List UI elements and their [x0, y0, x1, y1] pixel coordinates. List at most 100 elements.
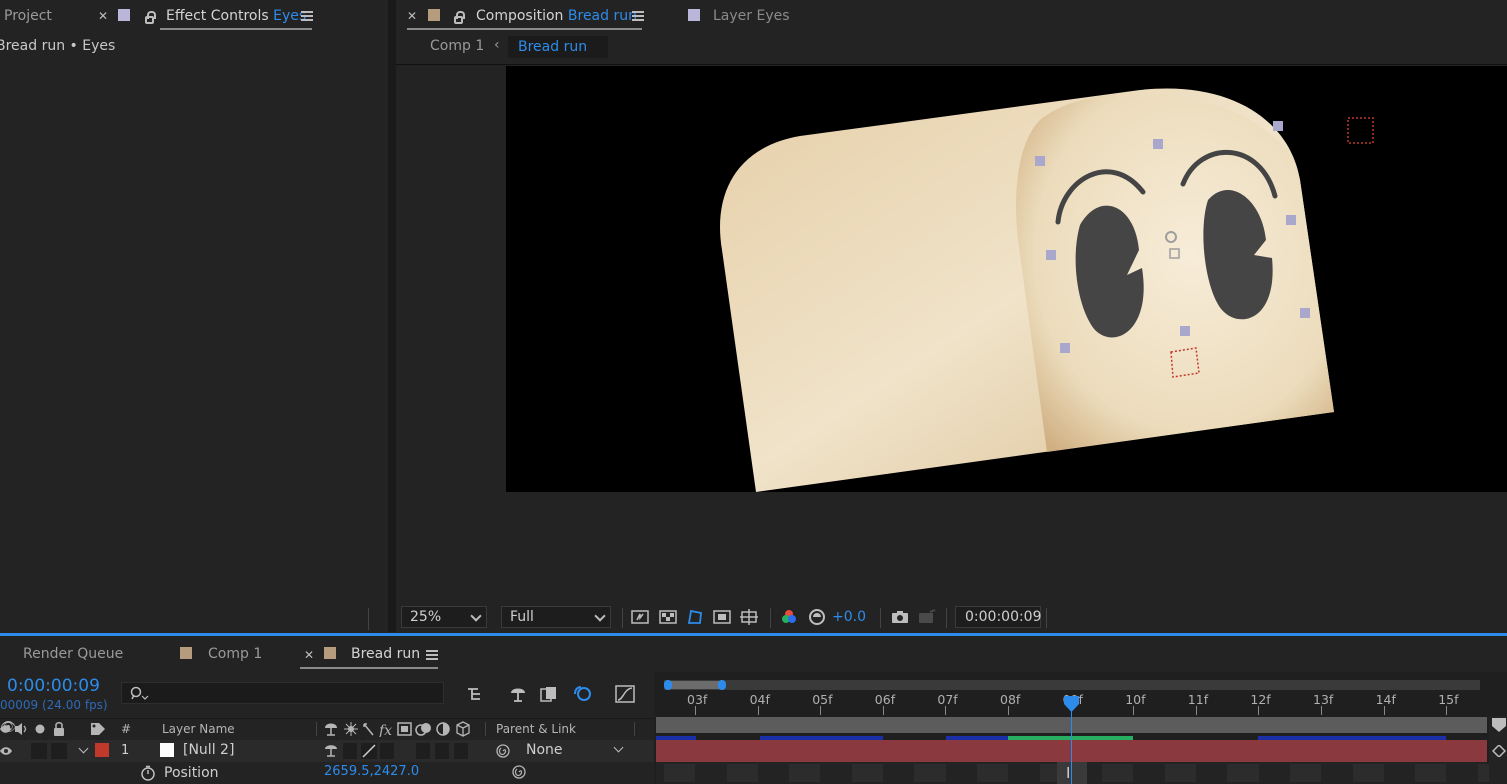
tab-layer-name: Eyes — [756, 8, 790, 24]
graph-editor-icon[interactable] — [614, 684, 636, 704]
adjustment-switch[interactable] — [454, 743, 468, 759]
column-layer-name[interactable]: Layer Name — [162, 722, 235, 736]
tab-render-queue[interactable]: Render Queue — [23, 646, 123, 662]
column-divider — [634, 722, 635, 736]
grid-guides-icon[interactable] — [740, 608, 758, 626]
frame-blend-switch[interactable] — [416, 743, 430, 759]
property-name: Position — [164, 765, 219, 781]
transparency-grid-icon[interactable] — [659, 608, 677, 626]
label-tag-icon — [91, 723, 105, 735]
current-time-display[interactable]: 0:00:00:09 — [7, 676, 100, 696]
color-channels-icon[interactable] — [780, 608, 798, 626]
frame-blending-icon[interactable] — [539, 685, 559, 703]
transform-handle[interactable] — [1060, 343, 1070, 353]
transform-handle[interactable] — [1300, 308, 1310, 318]
viewer-timecode[interactable]: 0:00:00:09 — [955, 606, 1042, 628]
transform-handle[interactable] — [1180, 326, 1190, 336]
motion-blur-icon[interactable] — [573, 685, 593, 703]
ruler-tick-mark — [1258, 706, 1260, 715]
frame-cell — [977, 764, 1009, 782]
transform-handle[interactable] — [1273, 121, 1283, 131]
timeline-end-marker-icon[interactable] — [1492, 718, 1506, 732]
breadcrumb-bread-run[interactable]: Bread run — [508, 36, 608, 58]
frame-cell — [1290, 764, 1322, 782]
close-icon[interactable]: ✕ — [407, 9, 417, 23]
ruler-tick-mark — [882, 706, 884, 715]
chevron-down-icon — [470, 610, 482, 622]
collapse-switch[interactable] — [343, 743, 357, 759]
fast-previews-icon[interactable] — [631, 608, 649, 626]
frame-cell — [664, 764, 696, 782]
panel-menu-icon[interactable] — [632, 11, 644, 21]
tab-bread-run[interactable]: Bread run — [351, 646, 420, 662]
cache-indicator-blue — [656, 736, 696, 740]
exposure-value[interactable]: +0.0 — [832, 609, 866, 625]
panel-menu-icon[interactable] — [426, 650, 438, 660]
vertical-splitter[interactable] — [388, 0, 396, 632]
close-icon[interactable]: ✕ — [98, 9, 108, 23]
breadcrumb-comp1[interactable]: Comp 1 — [430, 38, 484, 54]
audio-switch[interactable] — [31, 743, 47, 759]
ruler-tick-label: 07f — [937, 692, 958, 707]
column-parent-link[interactable]: Parent & Link — [496, 722, 576, 736]
shy-switch-icon[interactable] — [324, 743, 338, 757]
tab-composition-label: Composition — [476, 8, 564, 24]
parent-dropdown[interactable]: None — [518, 741, 630, 760]
column-hash: # — [121, 722, 132, 736]
transform-handle[interactable] — [1035, 156, 1045, 166]
mask-path-visibility-icon[interactable] — [686, 608, 704, 626]
layer-search-input[interactable] — [121, 682, 444, 704]
ruler-tick-label: 06f — [874, 692, 896, 707]
chevron-down-icon — [613, 742, 624, 753]
zoom-dropdown[interactable]: 25% — [401, 606, 487, 628]
panel-menu-icon[interactable] — [301, 11, 313, 21]
composition-flowchart-icon[interactable] — [466, 685, 486, 703]
toolbar-divider — [946, 608, 947, 628]
resolution-value: Full — [510, 609, 534, 625]
tab-project[interactable]: Project — [4, 0, 52, 32]
frame-cell — [1227, 764, 1259, 782]
playhead-line[interactable] — [1071, 700, 1072, 784]
video-visibility-eye-icon[interactable] — [0, 746, 12, 756]
region-of-interest-icon[interactable] — [713, 608, 731, 626]
motion-blur-switch[interactable] — [435, 743, 449, 759]
solo-switch[interactable] — [51, 743, 67, 759]
stopwatch-icon[interactable] — [140, 765, 156, 781]
navigator-start-handle[interactable] — [664, 680, 672, 690]
lock-icon[interactable] — [145, 11, 156, 24]
ruler-tick-mark — [1008, 706, 1009, 715]
tab-layer[interactable]: Layer Eyes — [713, 0, 790, 32]
reset-exposure-icon[interactable] — [808, 608, 826, 626]
zoom-value: 25% — [410, 609, 442, 625]
ruler-tick-mark — [820, 706, 822, 715]
layer-name[interactable]: [Null 2] — [183, 742, 234, 758]
layer-index: 1 — [121, 743, 130, 758]
property-value[interactable]: 2659.5,2427.0 — [324, 764, 419, 779]
transform-handle[interactable] — [1286, 215, 1296, 225]
close-icon[interactable]: ✕ — [304, 648, 314, 662]
transform-handle[interactable] — [1153, 139, 1163, 149]
navigator-end-handle[interactable] — [718, 680, 726, 690]
keyframe-nav-icon[interactable] — [1492, 745, 1506, 757]
frame-cell — [789, 764, 821, 782]
snapshot-camera-icon[interactable] — [891, 608, 909, 626]
tab-comp1[interactable]: Comp 1 — [208, 646, 262, 662]
layer-source-swatch — [160, 743, 174, 757]
navigator-range[interactable] — [666, 681, 724, 689]
shy-layers-icon[interactable] — [508, 685, 528, 703]
work-area-nav-bar[interactable] — [664, 680, 1480, 690]
composition-canvas[interactable] — [506, 66, 1507, 492]
show-snapshot-icon[interactable] — [918, 608, 936, 626]
transform-handle[interactable] — [1046, 250, 1056, 260]
effect-switch[interactable] — [380, 743, 394, 759]
expression-pick-whip-icon[interactable] — [511, 764, 527, 780]
layer-label-color[interactable] — [95, 743, 109, 757]
pick-whip-icon[interactable] — [495, 743, 511, 759]
playhead-marker-icon[interactable] — [1064, 696, 1079, 712]
resolution-dropdown[interactable]: Full — [501, 606, 611, 628]
quality-switch-icon[interactable] — [361, 743, 377, 759]
svg-text:fx: fx — [378, 723, 392, 737]
lock-icon[interactable] — [454, 11, 465, 24]
frame-cell — [1164, 764, 1197, 782]
layer-swatch-icon — [688, 9, 700, 21]
